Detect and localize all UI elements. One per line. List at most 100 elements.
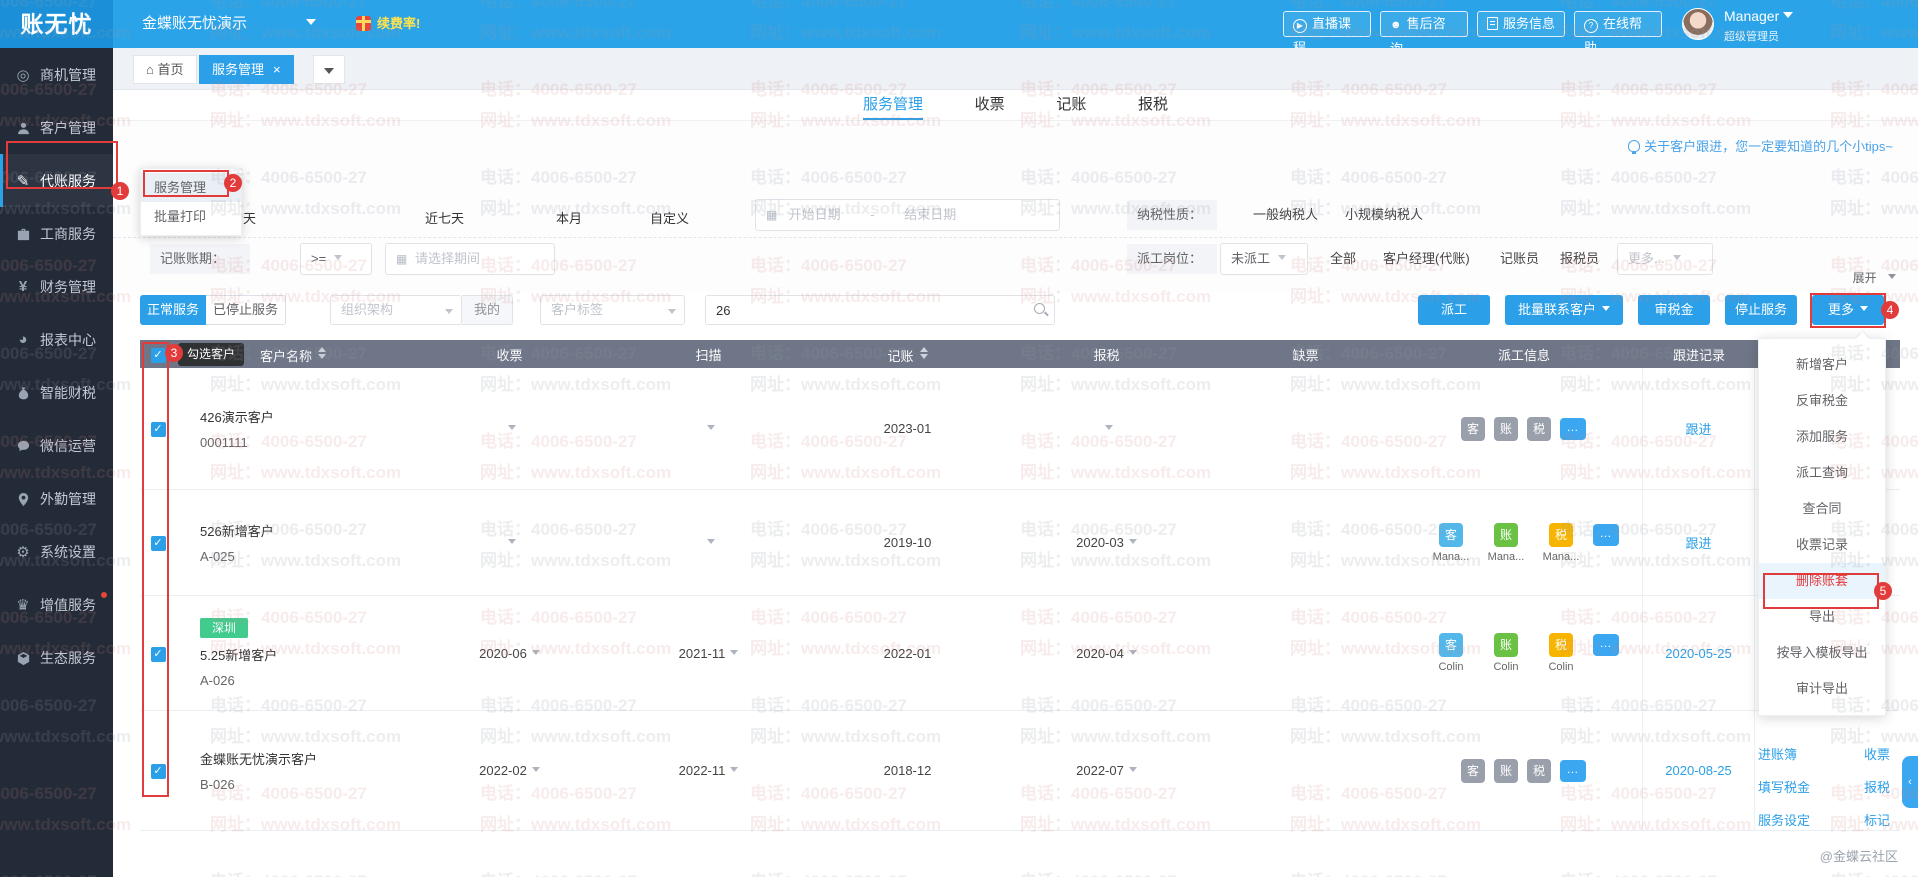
tips-link[interactable]: 关于客户跟进，您一定要知道的几个小tips~ (1628, 136, 1893, 155)
table-row[interactable]: ✓ 深圳 5.25新增客户 A-026 2020-06 2021-11 2022… (140, 596, 1900, 711)
menu-item-export-template[interactable]: 按导入模板导出 (1759, 635, 1885, 671)
sort-icon[interactable] (920, 343, 928, 363)
receipt-cell[interactable] (410, 421, 609, 436)
table-row[interactable]: ✓ 426演示客户 0001111 2023-01 客 账 税 … 跟进 (140, 368, 1900, 490)
tax-cell[interactable]: 2022-07 (1007, 763, 1206, 778)
receipt-link[interactable]: 收票 (1864, 738, 1890, 771)
renewal-rate-link[interactable]: 续费率! (377, 0, 420, 48)
row-checkbox[interactable]: ✓ (140, 762, 176, 779)
receipt-cell[interactable]: 2022-02 (410, 763, 609, 778)
more-dispatch-button[interactable]: … (1560, 418, 1586, 440)
post-all-option[interactable]: 全部 (1330, 244, 1356, 274)
follow-up-date-link[interactable]: 2020-08-25 (1665, 763, 1732, 778)
stopped-service-segment[interactable]: 已停止服务 (206, 295, 286, 325)
tax-cell[interactable] (1007, 421, 1206, 436)
table-row[interactable]: ✓ 526新增客户 A-025 2019-10 2020-03 客Mana...… (140, 490, 1900, 596)
quick-month[interactable]: 本月 (556, 208, 582, 227)
tab-bookkeeping[interactable]: 记账 (1056, 92, 1086, 118)
sidebar-item-ecosystem[interactable]: 生态服务 (0, 631, 113, 684)
customer-cell[interactable]: 深圳 5.25新增客户 A-026 (176, 618, 410, 688)
post-taxfiler-option[interactable]: 报税员 (1560, 244, 1599, 274)
sidebar-item-field-work[interactable]: 外勤管理 (0, 472, 113, 525)
follow-up-date-link[interactable]: 2020-05-25 (1665, 646, 1732, 661)
col-tax-filing[interactable]: 报税 (1007, 345, 1206, 364)
tab-home[interactable]: ⌂ 首页 (133, 55, 197, 84)
service-info-button[interactable]: 服务信息 (1477, 11, 1565, 37)
quick-custom[interactable]: 自定义 (650, 208, 689, 227)
mine-button[interactable]: 我的 (462, 295, 513, 325)
customer-tag-select[interactable]: 客户标签 (540, 295, 685, 325)
avatar[interactable] (1682, 8, 1714, 40)
audit-tax-button[interactable]: 审税金 (1638, 295, 1710, 325)
menu-item-batch-print[interactable]: 批量打印 (141, 202, 241, 231)
post-manager-option[interactable]: 客户经理(代账) (1383, 244, 1470, 274)
col-follow-up[interactable]: 跟进记录 (1643, 345, 1755, 364)
live-course-button[interactable]: ▶直播课程 (1283, 11, 1371, 37)
tax-general-option[interactable]: 一般纳税人 (1253, 200, 1318, 230)
post-select[interactable]: 未派工 (1220, 243, 1308, 275)
menu-item-export[interactable]: 导出 (1759, 599, 1885, 635)
fill-tax-link[interactable]: 填写税金 (1758, 771, 1810, 804)
row-checkbox[interactable]: ✓ (140, 420, 176, 437)
col-receipt[interactable]: 收票 (410, 345, 609, 364)
tab-service[interactable]: 服务管理 (863, 92, 923, 120)
tab-list-dropdown[interactable] (313, 55, 345, 84)
enter-ledger-link[interactable]: 进账簿 (1758, 738, 1797, 771)
sidebar-item-bookkeeping[interactable]: ✎代账服务 (0, 154, 113, 207)
tax-cell[interactable]: 2020-04 (1007, 646, 1206, 661)
tax-filing-link[interactable]: 报税 (1864, 771, 1890, 804)
tab-receipts[interactable]: 收票 (975, 92, 1005, 118)
normal-service-segment[interactable]: 正常服务 (140, 295, 206, 325)
after-sales-button[interactable]: ☻售后咨询 (1380, 11, 1468, 37)
sidebar-item-business[interactable]: ◎商机管理 (0, 48, 113, 101)
post-more-select[interactable]: 更多... (1617, 243, 1713, 275)
more-dispatch-button[interactable]: … (1593, 524, 1619, 546)
menu-item-add-service[interactable]: 添加服务 (1759, 419, 1885, 455)
quick-7days[interactable]: 近七天 (425, 208, 464, 227)
menu-item-unaudit-tax[interactable]: 反审税金 (1759, 383, 1885, 419)
batch-contact-button[interactable]: 批量联系客户 (1505, 295, 1623, 325)
menu-item-receipt-records[interactable]: 收票记录 (1759, 527, 1885, 563)
follow-up-link[interactable]: 跟进 (1685, 533, 1711, 552)
sidebar-item-reports[interactable]: ◕报表中心 (0, 313, 113, 366)
sidebar-item-value-added[interactable]: ♛增值服务 (0, 578, 113, 631)
follow-up-link[interactable]: 跟进 (1685, 419, 1711, 438)
tax-cell[interactable]: 2020-03 (1007, 535, 1206, 550)
receipt-cell[interactable] (410, 535, 609, 550)
sidebar-item-wechat[interactable]: 微信运营 (0, 419, 113, 472)
scan-cell[interactable]: 2021-11 (609, 646, 808, 661)
sort-icon[interactable] (318, 343, 326, 363)
service-settings-link[interactable]: 服务设定 (1758, 804, 1810, 837)
menu-item-add-customer[interactable]: 新增客户 (1759, 347, 1885, 383)
row-checkbox[interactable]: ✓ (140, 534, 176, 551)
menu-item-dispatch-query[interactable]: 派工查询 (1759, 455, 1885, 491)
row-checkbox[interactable]: ✓ (140, 645, 176, 662)
menu-item-delete-account-set[interactable]: 删除账套 (1759, 563, 1885, 599)
table-row[interactable]: ✓ 金蝶账无忧演示客户 B-026 2022-02 2022-11 2018-1… (140, 711, 1900, 831)
org-structure-select[interactable]: 组织架构 (330, 295, 462, 325)
tax-small-option[interactable]: 小规模纳税人 (1345, 200, 1423, 230)
more-dispatch-button[interactable]: … (1560, 760, 1586, 782)
scan-cell[interactable] (609, 421, 808, 436)
customer-cell[interactable]: 526新增客户 A-025 (176, 521, 410, 564)
user-name[interactable]: Manager (1724, 8, 1793, 24)
stop-service-button[interactable]: 停止服务 (1725, 295, 1797, 325)
col-missing-receipt[interactable]: 缺票 (1206, 345, 1405, 364)
operator-select[interactable]: >= (300, 243, 372, 275)
col-scan[interactable]: 扫描 (609, 345, 808, 364)
customer-cell[interactable]: 426演示客户 0001111 (176, 407, 410, 450)
tab-tax-filing[interactable]: 报税 (1138, 92, 1168, 118)
sidebar-item-smart-tax[interactable]: 智能财税 (0, 366, 113, 419)
expand-toggle[interactable]: 展开 (1853, 269, 1896, 286)
receipt-cell[interactable]: 2020-06 (410, 646, 609, 661)
col-dispatch-info[interactable]: 派工信息 (1405, 345, 1643, 364)
close-icon[interactable]: × (273, 62, 281, 77)
more-dispatch-button[interactable]: … (1593, 634, 1619, 656)
tab-service-management[interactable]: 服务管理× (199, 55, 294, 84)
date-range-input[interactable]: ▦ 开始日期 - 结束日期 (755, 199, 1060, 231)
scan-cell[interactable]: 2022-11 (609, 763, 808, 778)
scan-cell[interactable] (609, 535, 808, 550)
col-bookkeeping[interactable]: 记账 (808, 343, 1007, 365)
more-button[interactable]: 更多 (1812, 295, 1884, 325)
search-icon[interactable] (1034, 303, 1045, 314)
